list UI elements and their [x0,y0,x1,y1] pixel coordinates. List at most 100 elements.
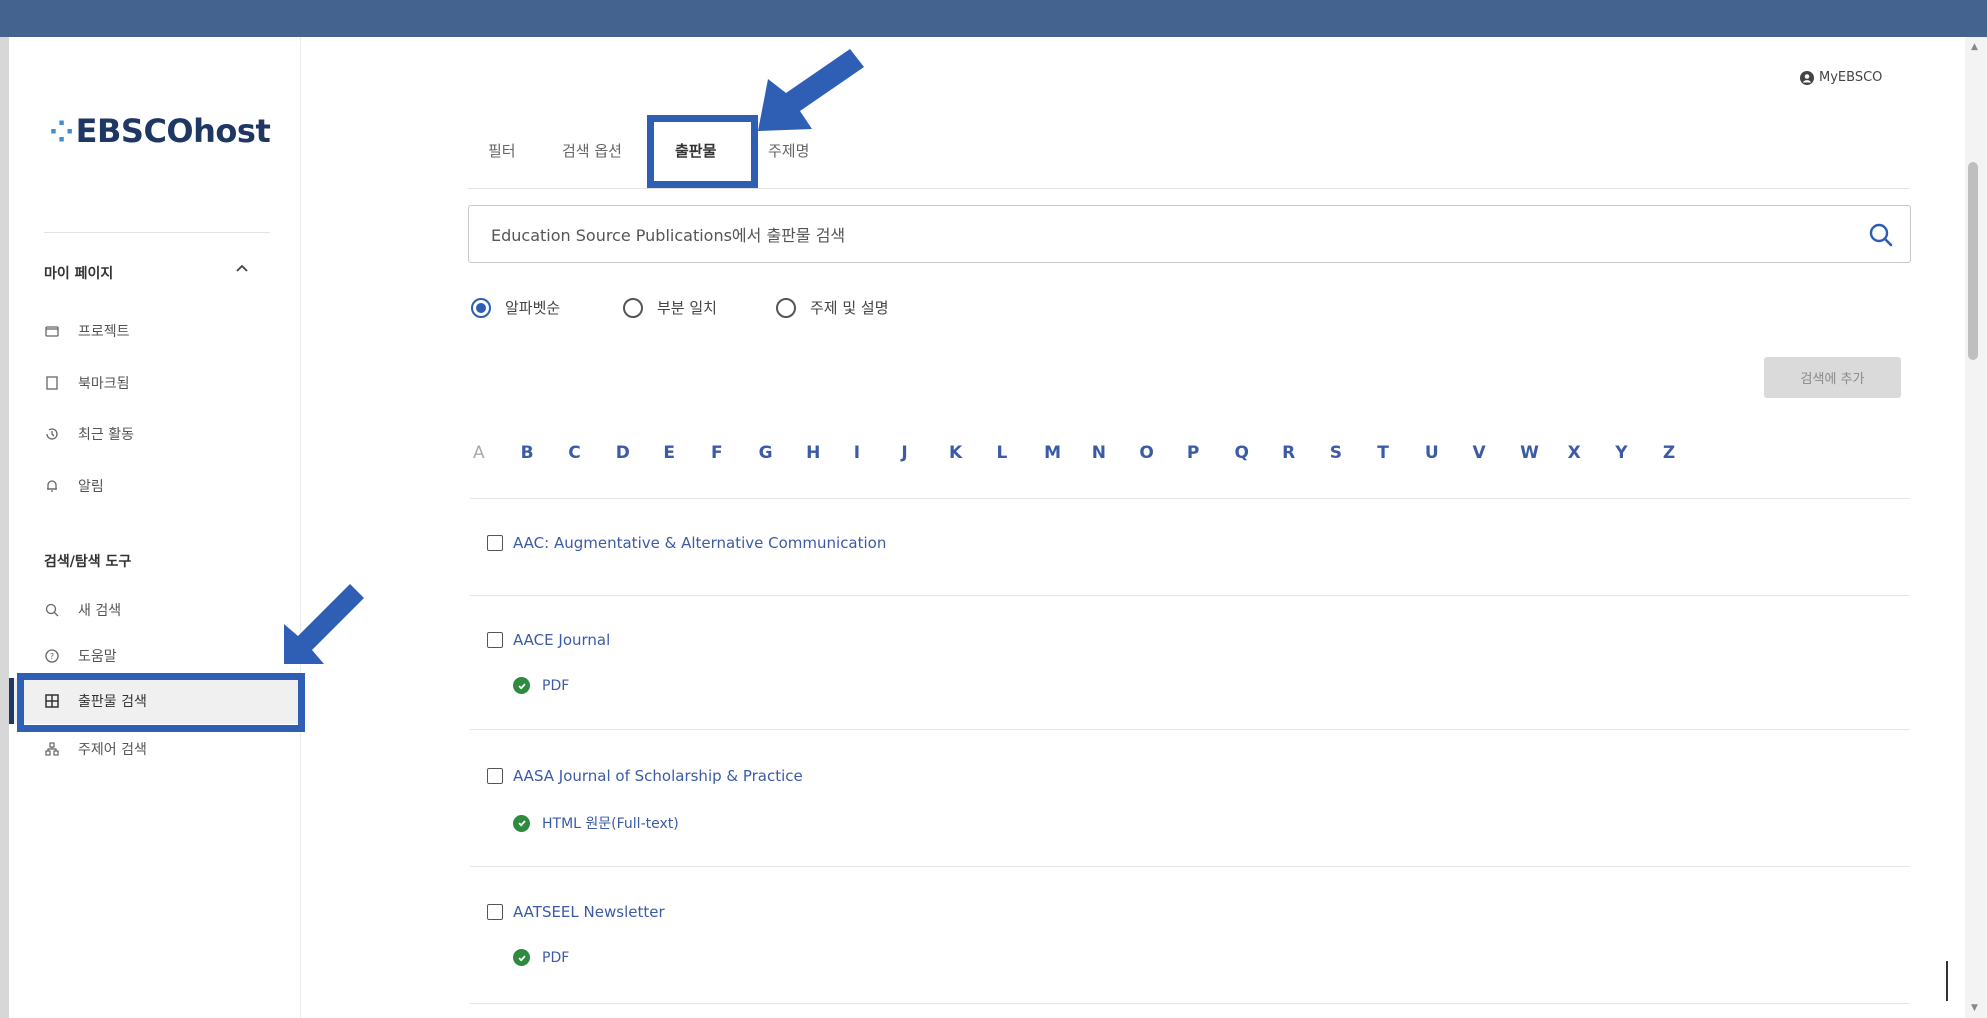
alpha-letter-q[interactable]: Q [1235,443,1283,463]
alpha-letter-k[interactable]: K [949,443,997,463]
publication-row[interactable]: AATSEEL Newsletter [487,903,665,921]
radio-unselected-icon [776,297,796,318]
bookmark-icon [46,376,58,390]
sidebar-item-alerts[interactable]: 알림 [44,475,104,497]
fulltext-format: PDF [542,949,570,966]
publication-title[interactable]: AASA Journal of Scholarship & Practice [513,767,803,785]
top-bar [0,0,1987,37]
fulltext-format: HTML 원문(Full-text) [542,816,679,832]
annotation-highlight-tab [647,115,758,188]
sidebar-divider [44,232,270,233]
scroll-up-icon[interactable]: ▲ [1971,42,1978,52]
alpha-letter-p[interactable]: P [1187,443,1235,463]
publication-search-box [468,205,1911,263]
radio-alphabetical[interactable]: 알파벳순 [471,297,560,318]
publication-title[interactable]: AAC: Augmentative & Alternative Communic… [513,534,886,552]
publication-row[interactable]: AASA Journal of Scholarship & Practice [487,767,803,785]
publication-title[interactable]: AACE Journal [513,631,610,649]
alpha-letter-r[interactable]: R [1282,443,1330,463]
sidebar-item-recent-activity[interactable]: 최근 활동 [44,423,134,445]
radio-partial-match[interactable]: 부분 일치 [623,297,717,318]
add-to-search-button[interactable]: 검색에 추가 [1764,357,1901,398]
publication-search-input[interactable] [489,220,1793,250]
annotation-arrow-icon [284,584,364,664]
myebsco-link[interactable]: MyEBSCO [1800,70,1882,85]
alpha-letter-s[interactable]: S [1330,443,1378,463]
publication-title[interactable]: AATSEEL Newsletter [513,903,665,921]
tab-filter[interactable]: 필터 [488,140,516,164]
alpha-letter-m[interactable]: M [1044,443,1092,463]
subjects-icon [45,742,59,756]
alpha-letter-y[interactable]: Y [1615,443,1663,463]
logo-mark-icon: ⁘ [49,115,74,150]
alpha-letter-u[interactable]: U [1425,443,1473,463]
alpha-letter-a[interactable]: A [473,443,521,463]
history-icon [46,428,58,440]
fulltext-badge[interactable]: PDF [513,949,569,966]
annotation-highlight-sidebar [17,673,305,732]
fulltext-badge[interactable]: HTML 원문(Full-text) [513,813,679,833]
user-icon [1800,70,1814,85]
publication-checkbox[interactable] [487,632,503,648]
myebsco-label: MyEBSCO [1819,70,1883,85]
sidebar-item-label: 새 검색 [78,603,122,619]
radio-label: 부분 일치 [657,299,717,317]
section-title-my-page: 마이 페이지 [44,266,114,282]
alpha-letter-o[interactable]: O [1139,443,1187,463]
alpha-letter-l[interactable]: L [997,443,1045,463]
alpha-letter-g[interactable]: G [759,443,807,463]
sidebar-item-help[interactable]: ? 도움말 [44,645,117,667]
scrollbar-thumb[interactable] [1968,162,1978,360]
alpha-letter-e[interactable]: E [663,443,711,463]
publication-row[interactable]: AACE Journal [487,631,610,649]
divider [470,1003,1910,1004]
radio-unselected-icon [623,297,643,318]
check-circle-icon [513,814,530,832]
window-edge [0,37,9,1018]
alpha-letter-z[interactable]: Z [1663,443,1711,463]
alpha-letter-f[interactable]: F [711,443,759,463]
sidebar-item-subjects[interactable]: 주제어 검색 [44,738,147,760]
tab-search-options[interactable]: 검색 옵션 [562,140,622,164]
alpha-letter-v[interactable]: V [1472,443,1520,463]
sidebar-item-label: 북마크됨 [78,376,130,392]
sidebar-item-label: 알림 [78,479,104,495]
alpha-letter-b[interactable]: B [521,443,569,463]
sidebar-item-new-search[interactable]: 새 검색 [44,599,121,621]
alpha-letter-h[interactable]: H [806,443,854,463]
radio-selected-icon [471,297,491,318]
sidebar-item-bookmarks[interactable]: 북마크됨 [44,372,130,394]
alpha-letter-i[interactable]: I [854,443,902,463]
publication-row[interactable]: AAC: Augmentative & Alternative Communic… [487,534,886,552]
section-title-search-tools: 검색/탐색 도구 [44,554,132,570]
alpha-letter-x[interactable]: X [1568,443,1616,463]
alpha-letter-n[interactable]: N [1092,443,1140,463]
radio-subject-description[interactable]: 주제 및 설명 [776,297,889,318]
search-icon [45,603,59,617]
alphabet-index: A B C D E F G H I J K L M N O P Q R S T … [473,443,1710,463]
publication-checkbox[interactable] [487,768,503,784]
publication-checkbox[interactable] [487,535,503,551]
divider [470,866,1910,867]
radio-label: 알파벳순 [505,299,561,317]
ebscohost-logo[interactable]: ⁘EBSCOhost [49,112,271,150]
folder-icon [45,326,59,337]
search-icon[interactable] [1866,220,1896,250]
alpha-letter-d[interactable]: D [616,443,664,463]
check-circle-icon [513,949,530,966]
bell-icon [47,480,57,492]
alpha-letter-c[interactable]: C [568,443,616,463]
alpha-letter-t[interactable]: T [1377,443,1425,463]
sidebar-item-label: 주제어 검색 [78,742,147,758]
publication-checkbox[interactable] [487,904,503,920]
scroll-down-icon[interactable]: ▼ [1971,1003,1978,1013]
fulltext-badge[interactable]: PDF [513,677,569,694]
help-icon: ? [45,649,59,663]
alpha-letter-j[interactable]: J [901,443,949,463]
alpha-letter-w[interactable]: W [1520,443,1568,463]
sidebar-item-projects[interactable]: 프로젝트 [44,320,130,342]
divider [470,498,1910,499]
sidebar-item-label: 최근 활동 [78,427,134,443]
tab-subjects[interactable]: 주제명 [768,140,809,164]
chevron-up-icon[interactable] [232,260,252,276]
